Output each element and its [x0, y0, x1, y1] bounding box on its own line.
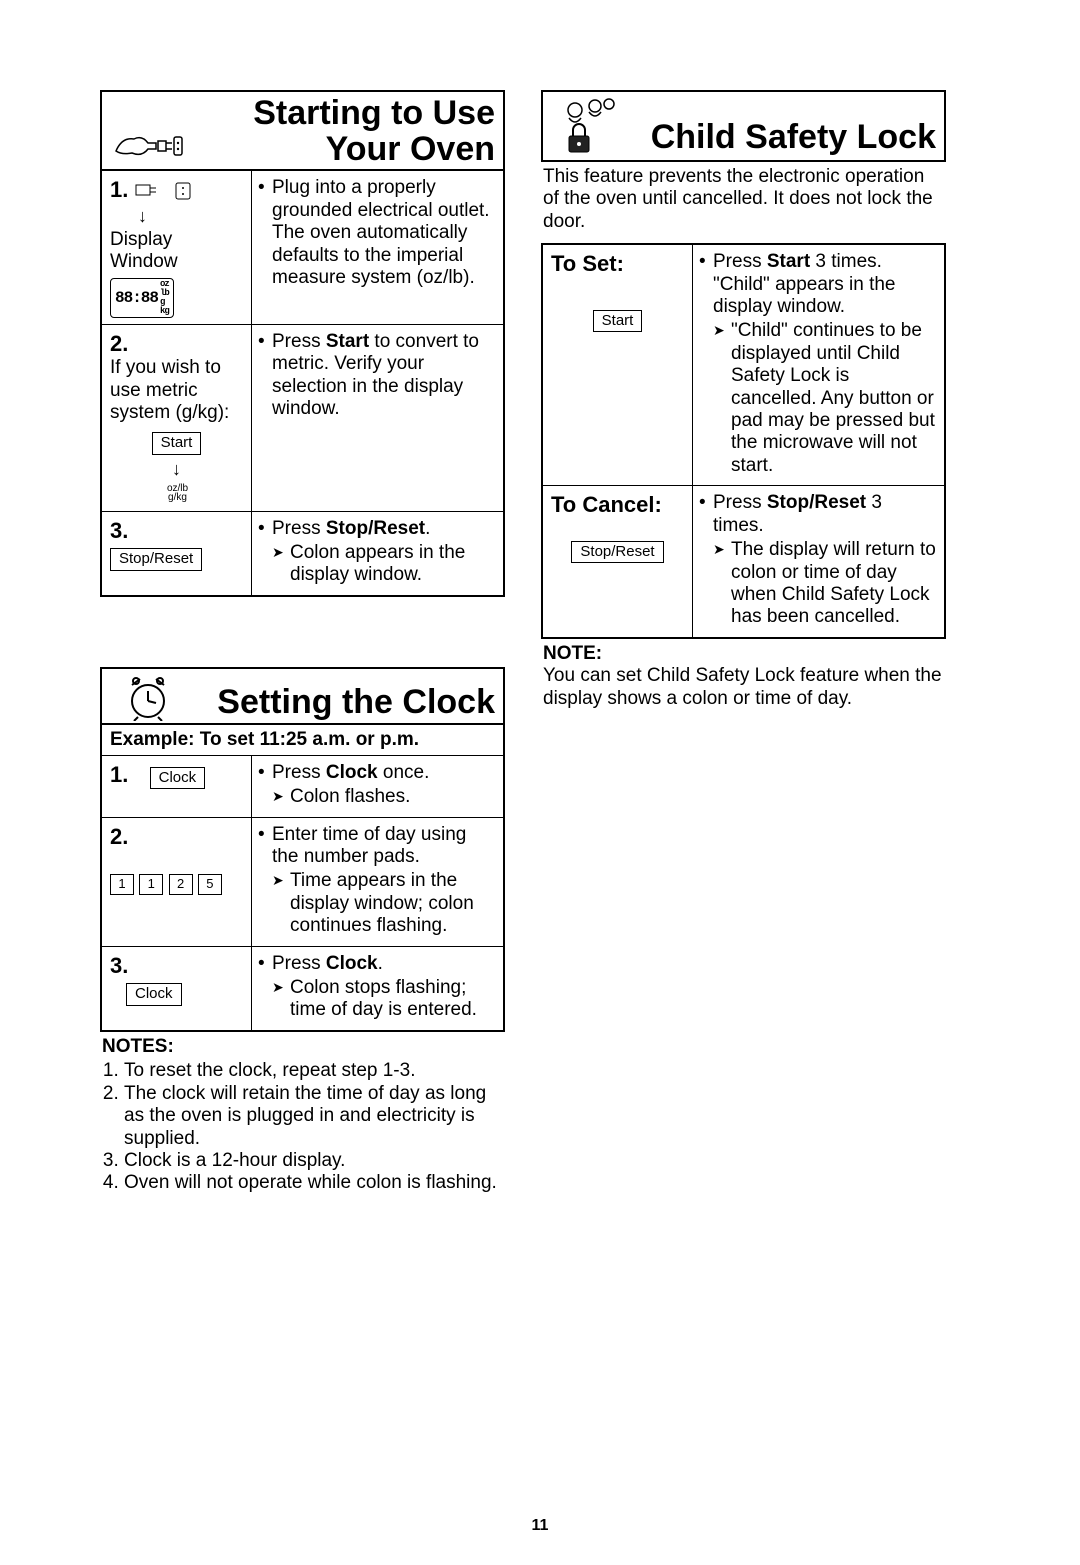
alarm-clock-icon — [102, 669, 194, 725]
clock-row-1: 1. Clock Press Clock once. Colon flashes… — [102, 756, 503, 818]
display-window-label: Display Window — [110, 229, 243, 274]
lock-set-label: To Set: — [551, 251, 624, 276]
lock-table: To Set: Start Press Start 3 times. "Chil… — [541, 243, 946, 639]
instruction-text: Press Clock. — [258, 953, 495, 975]
starting-row-3: 3. Stop/Reset Press Stop/Reset. Colon ap… — [102, 512, 503, 595]
lock-row-set: To Set: Start Press Start 3 times. "Chil… — [543, 245, 944, 486]
hand-plug-icon — [102, 109, 194, 171]
clock-button: Clock — [150, 767, 206, 790]
right-column: Child Safety Lock This feature prevents … — [541, 90, 946, 1205]
page-number: 11 — [0, 1517, 1080, 1535]
step-number: 2. — [110, 331, 128, 356]
starting-header: Starting to Use Your Oven — [100, 90, 505, 171]
instruction-text: Press Start to convert to metric. Verify… — [258, 331, 495, 421]
clock-row-2: 2. 1 1 2 5 Enter time of day using the n… — [102, 818, 503, 947]
instruction-text: Press Start 3 times. "Child" appears in … — [699, 251, 936, 318]
note-title: NOTE: — [543, 643, 602, 664]
step-number: 1. — [110, 177, 128, 202]
stop-reset-button: Stop/Reset — [571, 541, 663, 564]
lock-intro: This feature prevents the electronic ope… — [543, 166, 944, 233]
notes-title: NOTES: — [102, 1036, 174, 1057]
stop-reset-button: Stop/Reset — [110, 548, 202, 571]
start-button: Start — [593, 310, 643, 333]
starting-title: Starting to Use Your Oven — [194, 92, 503, 171]
starting-row-2: 2. If you wish to use metric system (g/k… — [102, 325, 503, 512]
note-item: Clock is a 12-hour display. — [124, 1150, 503, 1172]
result-text: Time appears in the display window; colo… — [272, 870, 495, 937]
note-item: The clock will retain the time of day as… — [124, 1083, 503, 1150]
arrow-down-icon: ↓ — [110, 459, 243, 480]
instruction-text: Enter time of day using the number pads. — [258, 824, 495, 869]
instruction-text: Plug into a properly grounded electrical… — [258, 177, 495, 289]
lock-header: Child Safety Lock — [541, 90, 946, 162]
clock-header: Setting the Clock — [100, 667, 505, 725]
plug-outlet-icon — [134, 181, 194, 201]
step-number: 1. — [110, 762, 128, 787]
starting-table: 1. ↓ Display Window 88:88ozlbgkg Plug in… — [100, 169, 505, 596]
result-text: "Child" continues to be displayed until … — [713, 320, 936, 477]
lock-row-cancel: To Cancel: Stop/Reset Press Stop/Reset 3… — [543, 486, 944, 636]
clock-button: Clock — [126, 983, 182, 1006]
clock-example: Example: To set 11:25 a.m. or p.m. — [100, 723, 505, 756]
starting-row-1: 1. ↓ Display Window 88:88ozlbgkg Plug in… — [102, 171, 503, 324]
number-pad: 1 — [110, 874, 134, 894]
number-pad: 1 — [139, 874, 163, 894]
display-window: 88:88ozlbgkg — [110, 278, 174, 318]
number-pad: 5 — [198, 874, 222, 894]
start-button: Start — [152, 432, 202, 455]
clock-notes: NOTES: To reset the clock, repeat step 1… — [102, 1036, 503, 1195]
instruction-text: Press Clock once. — [258, 762, 495, 784]
result-text: The display will return to colon or time… — [713, 539, 936, 629]
lock-cancel-label: To Cancel: — [551, 492, 662, 517]
clock-row-3: 3. Clock Press Clock. Colon stops flashi… — [102, 947, 503, 1030]
result-text: Colon stops flashing; time of day is ent… — [272, 977, 495, 1022]
left-column: Starting to Use Your Oven 1. ↓ Display W… — [100, 90, 505, 1205]
manual-page: Starting to Use Your Oven 1. ↓ Display W… — [0, 0, 1080, 1565]
number-pad: 2 — [169, 874, 193, 894]
result-text: Colon appears in the display window. — [272, 542, 495, 587]
step-number: 3. — [110, 518, 128, 543]
note-item: To reset the clock, repeat step 1-3. — [124, 1060, 503, 1082]
lock-title: Child Safety Lock — [635, 116, 944, 160]
instruction-text: Press Stop/Reset 3 times. — [699, 492, 936, 537]
arrow-down-icon: ↓ — [138, 206, 243, 227]
result-text: Colon flashes. — [272, 786, 495, 808]
step-number: 3. — [110, 953, 128, 978]
child-lock-icon — [543, 92, 635, 160]
note-text: You can set Child Safety Lock feature wh… — [543, 665, 942, 708]
clock-title: Setting the Clock — [194, 681, 503, 725]
note-item: Oven will not operate while colon is fla… — [124, 1172, 503, 1194]
step-number: 2. — [110, 824, 128, 849]
clock-table: 1. Clock Press Clock once. Colon flashes… — [100, 756, 505, 1032]
step-left-text: If you wish to use metric system (g/kg): — [110, 357, 229, 423]
instruction-text: Press Stop/Reset. — [258, 518, 495, 540]
lock-note: NOTE: You can set Child Safety Lock feat… — [543, 643, 944, 710]
